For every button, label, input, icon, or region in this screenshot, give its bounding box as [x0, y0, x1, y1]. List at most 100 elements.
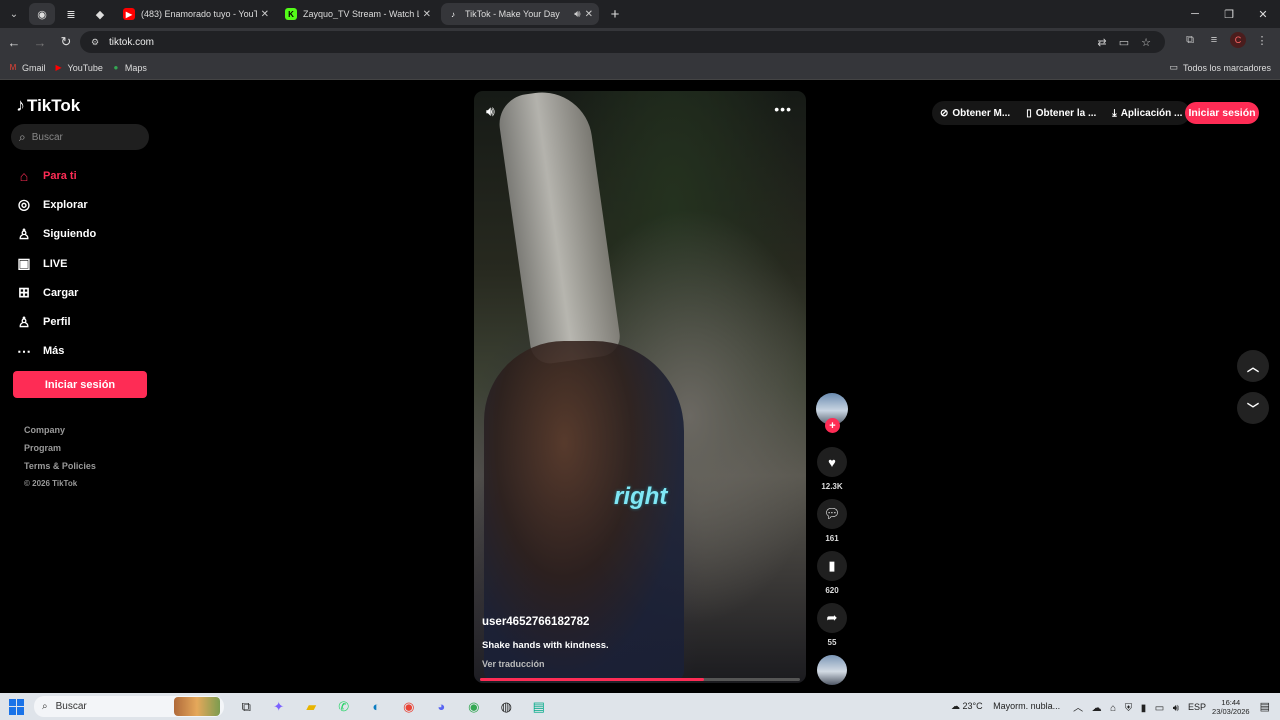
- get-app-button[interactable]: ▯ Obtener la ...: [1018, 108, 1104, 119]
- bookmark-youtube[interactable]: ▶ YouTube: [54, 63, 102, 73]
- sidebar-item-siguiendo[interactable]: ♙ Siguiendo: [16, 220, 96, 249]
- see-translation-link[interactable]: Ver traducción: [482, 659, 545, 669]
- file-explorer-icon[interactable]: ▰: [295, 699, 328, 715]
- upload-icon: ⊞: [18, 284, 30, 301]
- site-info-icon[interactable]: ⚙: [88, 35, 102, 49]
- sidebar-item-para-ti[interactable]: ⌂ Para ti: [16, 161, 96, 190]
- save-action[interactable]: ▮ 620: [817, 551, 847, 603]
- share-action[interactable]: ➦ 55: [817, 603, 847, 655]
- footer-link-program[interactable]: Program: [24, 443, 96, 461]
- share-icon[interactable]: ➦: [817, 603, 847, 633]
- taskbar-search[interactable]: ⌕ Buscar: [34, 696, 224, 717]
- save-count: 620: [825, 586, 839, 595]
- taskbar-search-placeholder: Buscar: [55, 701, 87, 712]
- bookmark-gmail[interactable]: M Gmail: [8, 63, 46, 73]
- back-icon[interactable]: ←: [2, 30, 26, 54]
- top-action-label: Aplicación ...: [1120, 107, 1183, 119]
- close-tab-icon[interactable]: ✕: [261, 9, 269, 20]
- reload-icon[interactable]: ↻: [54, 30, 78, 54]
- logo-text: TikTok: [27, 95, 81, 115]
- sidebar-item-mas[interactable]: ⋯ Más: [16, 337, 96, 366]
- bookmark-maps[interactable]: ● Maps: [111, 63, 146, 73]
- search-input[interactable]: ⌕ Buscar: [11, 124, 149, 150]
- sidebar-item-cargar[interactable]: ⊞ Cargar: [16, 278, 96, 307]
- menu-kebab-icon[interactable]: ⋮: [1250, 34, 1274, 47]
- weather-widget[interactable]: ☁ 23°C Mayorm. nubla...: [951, 701, 1060, 712]
- heart-icon[interactable]: ♥: [817, 447, 847, 477]
- pinned-tab-3[interactable]: ◆: [87, 3, 113, 25]
- profile-avatar[interactable]: C: [1230, 32, 1246, 48]
- creator-avatar[interactable]: +: [816, 393, 848, 433]
- tab-tiktok[interactable]: ♪ TikTok - Make Your Day 🔊︎ ✕: [441, 3, 599, 25]
- pinned-tab-2[interactable]: ≣: [58, 3, 84, 25]
- tiktok-icon: ♪: [451, 9, 455, 19]
- bookmarks-bar: M Gmail ▶ YouTube ● Maps ▭ Todos los mar…: [0, 56, 1280, 80]
- sidebar-item-live[interactable]: ▣ LIVE: [16, 249, 96, 278]
- comment-icon[interactable]: 💬︎: [817, 499, 847, 529]
- tab-kick[interactable]: K Zayquo_TV Stream - Watch Live ✕: [279, 3, 437, 25]
- footer-link-terms[interactable]: Terms & Policies: [24, 461, 96, 479]
- tray-chevron-icon[interactable]: ︿: [1073, 703, 1083, 714]
- video-username[interactable]: user4652766182782: [482, 616, 589, 628]
- previous-video-button[interactable]: ︿: [1237, 350, 1269, 382]
- onedrive-icon[interactable]: ☁: [1092, 703, 1102, 714]
- extensions-icon[interactable]: ⧉: [1178, 34, 1202, 47]
- video-progress-bar[interactable]: [480, 678, 800, 681]
- cast-icon[interactable]: ▭: [1113, 36, 1135, 49]
- pinned-tab-1[interactable]: ◉: [29, 3, 55, 25]
- bookmark-label: Gmail: [22, 62, 46, 73]
- volume-icon[interactable]: 🔊︎: [486, 103, 495, 120]
- bookmark-icon[interactable]: ▮: [817, 551, 847, 581]
- footer-link-company[interactable]: Company: [24, 425, 96, 443]
- live-icon: ▣: [17, 255, 31, 272]
- copilot-icon[interactable]: ✦: [263, 699, 296, 715]
- task-view-icon[interactable]: ⧉: [230, 699, 263, 715]
- close-window-icon[interactable]: ✕: [1246, 0, 1280, 28]
- tab-youtube[interactable]: ▶ (483) Enamorado tuyo - YouTube ✕: [117, 3, 275, 25]
- comment-action[interactable]: 💬︎ 161: [817, 499, 847, 551]
- terminal-icon[interactable]: ▤: [523, 699, 556, 715]
- chrome-active-icon[interactable]: ◉: [458, 699, 491, 715]
- media-control-icon[interactable]: ≡: [1202, 34, 1226, 46]
- network-icon[interactable]: ⌂: [1110, 703, 1116, 714]
- desktop-app-button[interactable]: ⤓ Aplicación ...: [1104, 108, 1190, 119]
- like-action[interactable]: ♥ 12.3K: [817, 447, 847, 499]
- forward-icon[interactable]: →: [28, 30, 52, 54]
- minimize-icon[interactable]: ─: [1178, 0, 1212, 28]
- tab-search-chevron-icon[interactable]: ⌄: [2, 3, 26, 25]
- close-tab-icon[interactable]: ✕: [423, 9, 431, 20]
- video-player[interactable]: 🔊︎ ••• right user4652766182782 Shake han…: [474, 91, 806, 683]
- top-login-button[interactable]: Iniciar sesión: [1185, 102, 1259, 124]
- chrome-icon[interactable]: ◉: [393, 699, 426, 715]
- taskbar-clock[interactable]: 16:44 23/03/2026: [1212, 698, 1250, 716]
- shield-icon[interactable]: ⛨: [1125, 703, 1133, 714]
- more-options-icon[interactable]: •••: [774, 101, 792, 117]
- bookmark-star-icon[interactable]: ☆: [1135, 36, 1157, 49]
- tiktok-logo[interactable]: ♪ TikTok: [16, 95, 80, 116]
- sidebar-item-explorar[interactable]: ◎ Explorar: [16, 190, 96, 219]
- next-video-button[interactable]: ﹀: [1237, 392, 1269, 424]
- discord-icon[interactable]: ◕: [425, 699, 458, 714]
- mic-icon[interactable]: ▮: [1141, 703, 1147, 714]
- translate-icon[interactable]: ⇄: [1091, 36, 1113, 49]
- windows-start-icon[interactable]: [9, 698, 25, 715]
- music-disc-icon[interactable]: [817, 655, 847, 685]
- obs-icon[interactable]: ◍: [490, 699, 523, 715]
- new-tab-button[interactable]: +: [605, 4, 625, 24]
- volume-icon[interactable]: 🔊︎: [1173, 703, 1179, 714]
- get-coins-button[interactable]: ⊘ Obtener M...: [932, 108, 1018, 119]
- language-indicator[interactable]: ESP: [1188, 702, 1206, 712]
- restore-icon[interactable]: ❐: [1212, 0, 1246, 28]
- follow-plus-icon[interactable]: +: [825, 418, 840, 433]
- all-bookmarks[interactable]: ▭ Todos los marcadores: [1169, 62, 1271, 73]
- profile-icon: ♙: [17, 313, 31, 330]
- close-tab-icon[interactable]: ✕: [585, 9, 593, 20]
- whatsapp-icon[interactable]: ✆: [328, 699, 361, 715]
- speaker-icon[interactable]: 🔊︎: [574, 9, 580, 20]
- edge-icon[interactable]: ◐: [360, 699, 393, 714]
- omnibox[interactable]: ⚙ tiktok.com ⇄ ▭ ☆: [80, 31, 1165, 53]
- login-button[interactable]: Iniciar sesión: [13, 371, 147, 398]
- notifications-icon[interactable]: ▤: [1260, 700, 1270, 713]
- sidebar-item-perfil[interactable]: ♙ Perfil: [16, 307, 96, 336]
- battery-icon[interactable]: ▭: [1155, 703, 1164, 714]
